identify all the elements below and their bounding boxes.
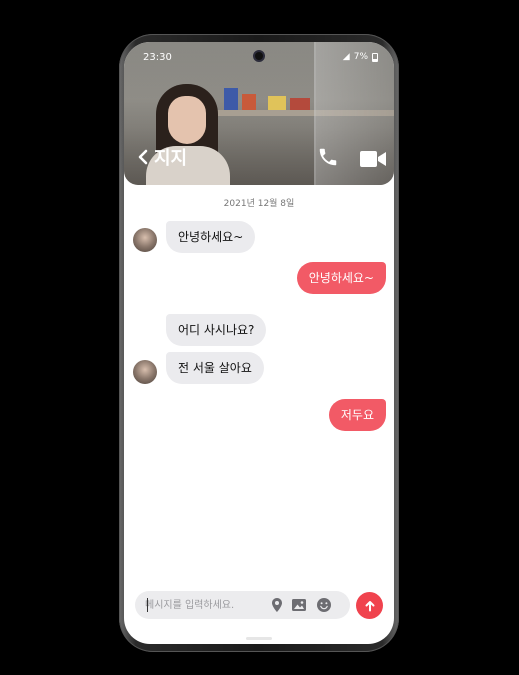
message-bubble-incoming: 전 서울 살아요	[166, 352, 264, 384]
battery-icon	[372, 52, 378, 62]
phone-icon[interactable]	[317, 146, 339, 168]
location-pin-icon[interactable]	[269, 597, 285, 613]
camera-cutout	[253, 50, 265, 62]
smiley-icon[interactable]	[316, 597, 332, 613]
date-divider: 2021년 12월 8일	[223, 199, 295, 209]
chat-header: 23:30 ◢ 7% 지지	[124, 42, 394, 185]
status-time: 23:30	[143, 52, 172, 63]
message-bubble-incoming: 어디 사시나요?	[166, 314, 267, 346]
status-icons: ◢ 7%	[343, 52, 378, 62]
avatar[interactable]	[133, 228, 157, 252]
send-button[interactable]	[356, 592, 383, 619]
message-bubble-incoming: 안녕하세요~	[166, 221, 256, 253]
message-input[interactable]	[145, 591, 265, 619]
image-icon[interactable]	[291, 597, 307, 613]
signal-icon: ◢	[342, 52, 350, 62]
chevron-left-icon[interactable]	[136, 146, 150, 168]
contact-name: 지지	[154, 148, 188, 169]
home-indicator	[246, 637, 272, 640]
message-composer	[135, 591, 350, 619]
video-camera-icon[interactable]	[360, 150, 386, 168]
message-bubble-outgoing: 안녕하세요~	[296, 262, 386, 294]
battery-percent: 7%	[353, 52, 368, 62]
message-bubble-outgoing: 저두요	[328, 399, 386, 431]
avatar[interactable]	[133, 360, 157, 384]
text-caret	[147, 598, 148, 612]
chat-screen: 23:30 ◢ 7% 지지 2021년 12월 8일 안녕하세요~ 안녕하세요~…	[124, 42, 394, 644]
arrow-up-icon	[365, 600, 374, 611]
